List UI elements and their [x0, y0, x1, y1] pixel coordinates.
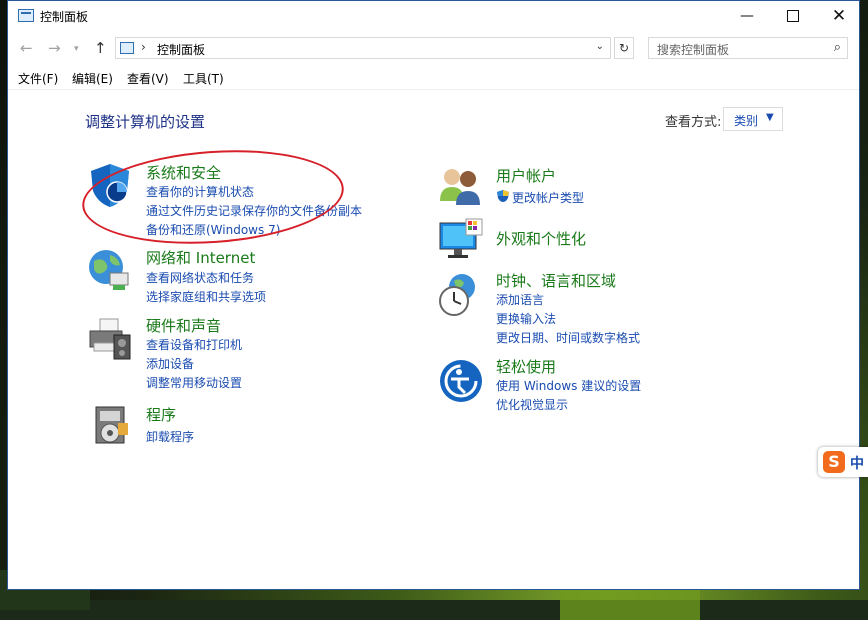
link-devices-printers[interactable]: 查看设备和打印机 [146, 336, 242, 353]
search-placeholder: 搜索控制面板 [657, 43, 730, 57]
baidu-watermark: Baidu 经验 [668, 508, 835, 543]
menu-edit[interactable]: 编辑(E) [72, 70, 113, 87]
menu-view[interactable]: 查看(V) [127, 70, 169, 87]
view-by-value: 类别 [734, 114, 759, 128]
category-user-accounts[interactable]: 用户帐户 [496, 165, 556, 186]
link-add-device[interactable]: 添加设备 [146, 355, 194, 372]
menu-file[interactable]: 文件(F) [18, 70, 58, 87]
breadcrumb-control-panel[interactable]: 控制面板 [157, 41, 205, 58]
minimize-button[interactable]: — [724, 1, 770, 31]
users-icon[interactable] [436, 161, 484, 209]
breadcrumb-separator-icon[interactable]: › [141, 40, 146, 54]
programs-icon[interactable] [88, 401, 136, 449]
link-recommended-settings[interactable]: 使用 Windows 建议的设置 [496, 377, 641, 394]
category-ease-of-access[interactable]: 轻松使用 [496, 356, 556, 377]
network-globe-icon[interactable] [86, 247, 134, 295]
category-programs[interactable]: 程序 [146, 404, 176, 425]
clock-globe-icon[interactable] [436, 271, 484, 319]
category-hardware-sound[interactable]: 硬件和声音 [146, 315, 221, 336]
close-button[interactable]: ✕ [816, 1, 862, 31]
link-mobility-settings[interactable]: 调整常用移动设置 [146, 374, 242, 391]
category-appearance-personalization[interactable]: 外观和个性化 [496, 228, 586, 249]
recent-locations-chevron-icon[interactable]: ▾ [74, 44, 79, 54]
up-arrow-icon[interactable]: ↑ [94, 39, 107, 57]
search-icon[interactable]: ⌕ [834, 40, 841, 55]
forward-arrow-icon[interactable]: → [48, 39, 61, 57]
category-clock-language-region[interactable]: 时钟、语言和区域 [496, 270, 616, 291]
link-change-date-time-format[interactable]: 更改日期、时间或数字格式 [496, 329, 640, 346]
view-by-label: 查看方式: [665, 115, 722, 130]
control-panel-icon [120, 42, 134, 54]
link-homegroup-sharing[interactable]: 选择家庭组和共享选项 [146, 288, 266, 305]
ime-indicator[interactable]: S 中 [818, 447, 868, 477]
category-network-internet[interactable]: 网络和 Internet [146, 247, 255, 268]
watermark-url: jingyan.baidu.com [672, 560, 792, 575]
printer-icon[interactable] [86, 315, 134, 363]
refresh-button[interactable]: ↻ [614, 37, 634, 59]
maximize-button[interactable] [770, 1, 816, 31]
menu-tools[interactable]: 工具(T) [183, 70, 224, 87]
dropdown-arrow-icon: ▼ [766, 112, 774, 123]
address-bar[interactable]: › 控制面板 ⌄ [115, 37, 611, 59]
menu-bar: 文件(F) 编辑(E) 查看(V) 工具(T) [8, 67, 859, 90]
sogou-logo-icon: S [823, 451, 845, 473]
maximize-icon [787, 10, 799, 22]
ime-mode-chinese[interactable]: 中 [850, 453, 864, 473]
link-optimize-visual-display[interactable]: 优化视觉显示 [496, 396, 568, 413]
search-input[interactable]: 搜索控制面板 ⌕ [648, 37, 848, 59]
ease-of-access-icon[interactable] [437, 357, 485, 405]
control-panel-icon [18, 9, 34, 22]
link-change-input-method[interactable]: 更换输入法 [496, 310, 556, 327]
address-dropdown-icon[interactable]: ⌄ [596, 41, 604, 52]
link-uninstall-program[interactable]: 卸载程序 [146, 428, 194, 445]
view-by-dropdown[interactable]: 类别 ▼ [723, 107, 783, 131]
address-toolbar: ← → ▾ ↑ › 控制面板 ⌄ ↻ 搜索控制面板 ⌕ [8, 32, 859, 66]
monitor-icon[interactable] [436, 217, 484, 265]
link-change-account-type[interactable]: 更改帐户类型 [512, 189, 584, 206]
link-add-language[interactable]: 添加语言 [496, 291, 544, 308]
link-network-status[interactable]: 查看网络状态和任务 [146, 269, 254, 286]
annotation-red-oval [79, 141, 347, 253]
uac-shield-icon [497, 190, 509, 202]
window-title: 控制面板 [40, 10, 89, 24]
back-arrow-icon[interactable]: ← [20, 39, 33, 57]
page-title: 调整计算机的设置 [85, 113, 206, 131]
title-bar[interactable]: 控制面板 — ✕ [8, 1, 859, 32]
